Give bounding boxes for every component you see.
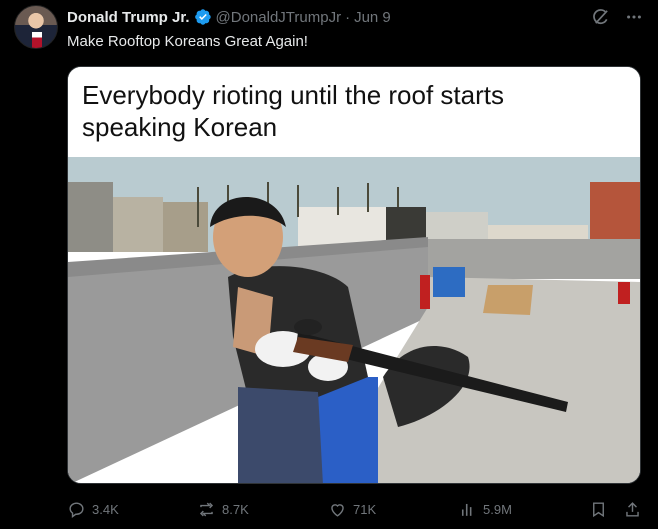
share-button[interactable] [623,500,642,519]
tweet-header: Donald Trump Jr. @DonaldJTrumpJr · Jun 9 [67,7,391,27]
views-button[interactable]: 5.9M [458,500,512,519]
like-count: 71K [353,501,377,517]
reply-button[interactable]: 3.4K [67,500,119,519]
meme-caption: Everybody rioting until the roof starts … [68,67,640,157]
bookmark-button[interactable] [589,500,608,519]
retweet-button[interactable]: 8.7K [197,500,249,519]
view-count: 5.9M [483,501,512,517]
reply-icon [69,501,84,518]
reply-count: 3.4K [92,501,119,517]
verified-badge-icon[interactable] [194,8,212,26]
views-chart-icon [461,503,472,516]
like-button[interactable]: 71K [328,500,376,519]
heart-icon [331,503,344,517]
author-avatar[interactable] [14,5,58,49]
share-icon [626,501,639,517]
more-icon[interactable] [624,7,644,27]
bookmark-icon [593,501,604,517]
separator-dot: · [345,8,351,26]
retweet-icon [199,502,214,516]
tweet-actions: 3.4K 8.7K 71K 5.9M [67,498,641,520]
tweet-text: Make Rooftop Koreans Great Again! [67,33,308,50]
grok-icon[interactable] [590,7,610,27]
rooftop-photo [68,157,640,483]
tweet-top-actions [590,7,644,27]
author-handle[interactable]: @DonaldJTrumpJr [216,9,342,26]
tweet-media[interactable]: Everybody rioting until the roof starts … [67,66,641,484]
tweet-date[interactable]: Jun 9 [354,9,391,26]
retweet-count: 8.7K [222,501,249,517]
author-name[interactable]: Donald Trump Jr. [67,9,190,26]
